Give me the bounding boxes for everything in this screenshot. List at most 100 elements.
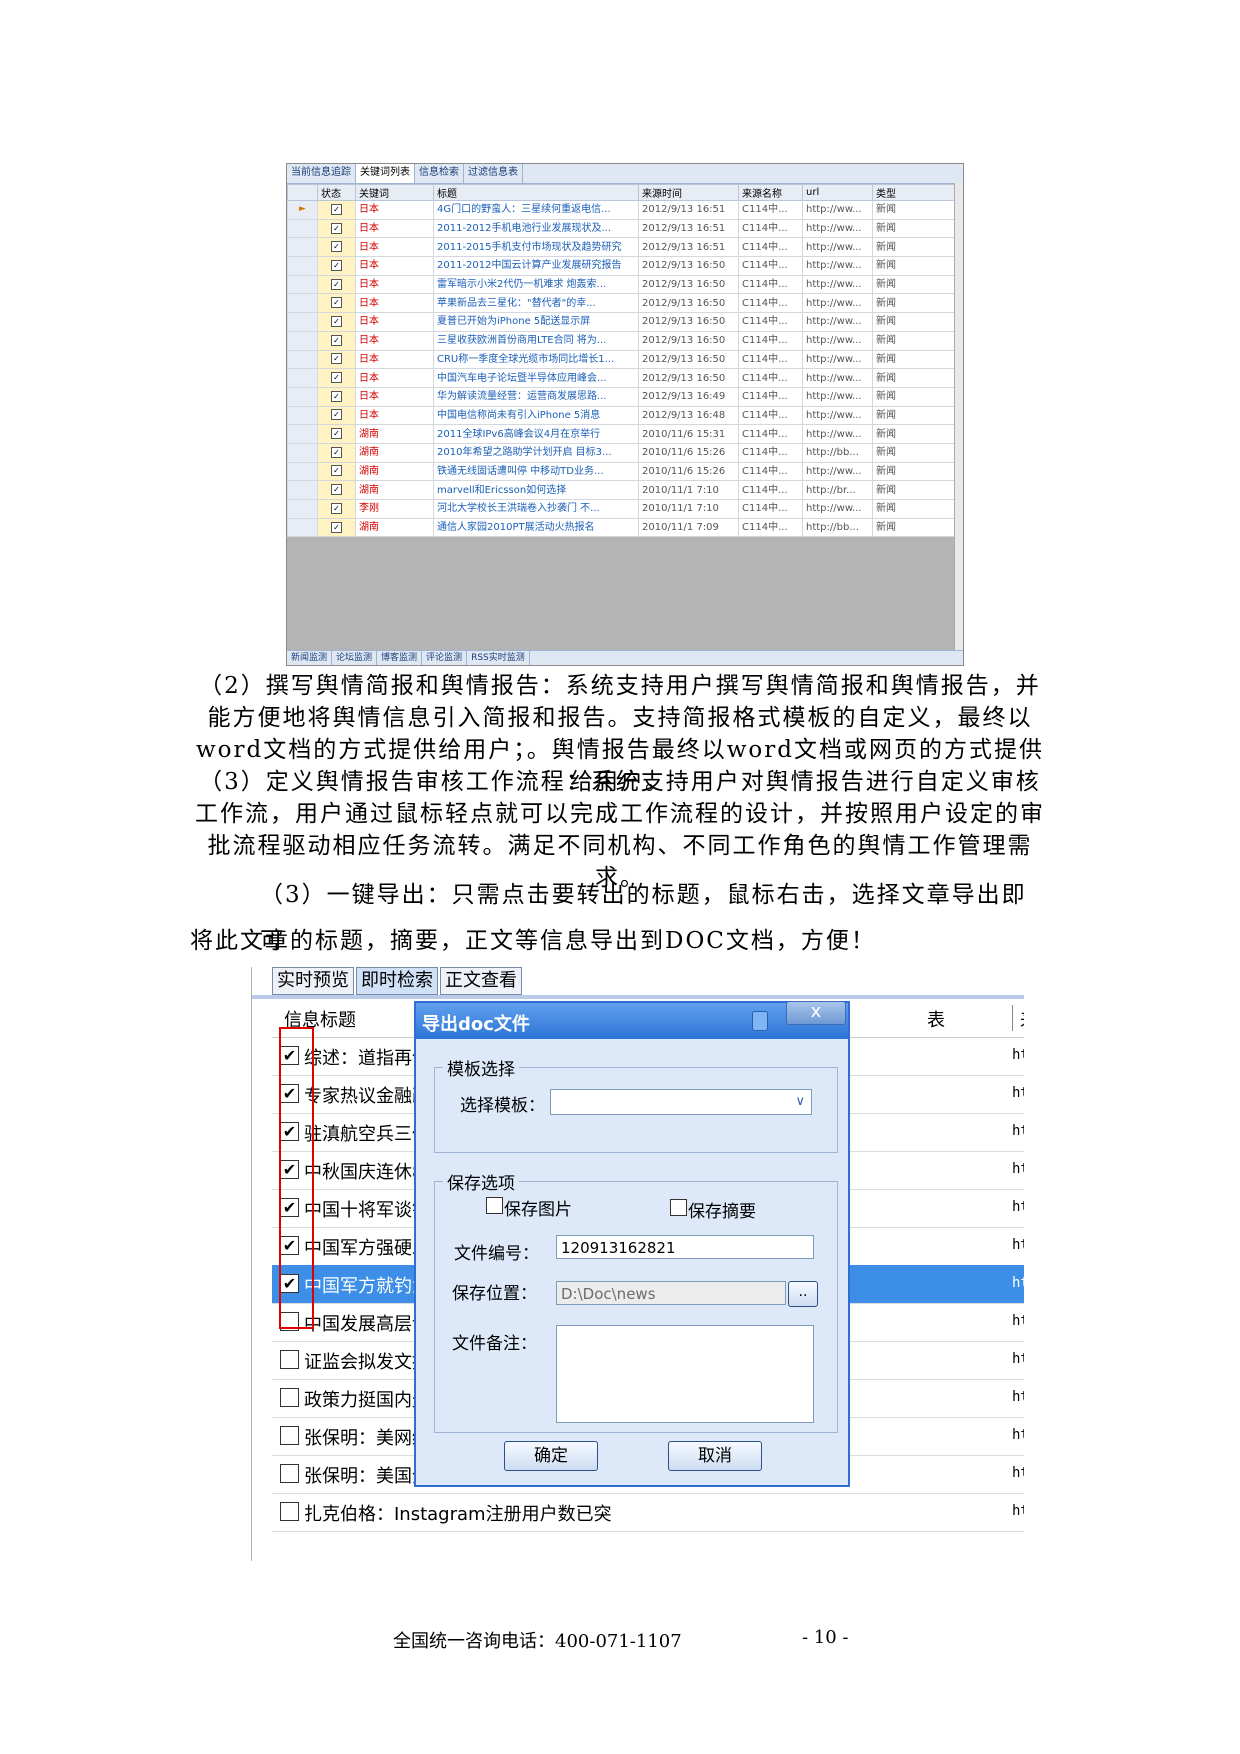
cancel-button[interactable]: 取消 [668,1441,762,1471]
column-header-type[interactable]: 类型 [872,184,957,201]
table-row[interactable]: ✓ 日本 华为解读流量经营：运营商发展思路... 2012/9/13 16:49 C11… [287,386,957,407]
row-checkbox[interactable]: ✓ [331,222,342,234]
row-checkbox[interactable]: ✓ [331,484,342,496]
row-keyword: 日本 [355,405,434,426]
row-checkbox[interactable]: ✓ [331,259,342,271]
row-checkbox[interactable] [280,1502,299,1521]
table-row[interactable]: ✓ 湖南 2010年希望之路助学计划开启 目标3... 2010/11/6 15:26… [287,442,957,463]
row-checkbox[interactable]: ✓ [331,521,342,533]
row-keyword: 日本 [355,256,434,276]
row-url: htt [1012,1161,1024,1177]
save-image-label[interactable]: 保存图片 [504,1195,572,1220]
row-checkbox[interactable] [280,1464,299,1483]
help-icon[interactable] [752,1011,768,1031]
table-row[interactable]: ✓ 日本 三星收获欧洲首份商用LTE合同 将为... 2012/9/13 16:50 C… [287,330,957,351]
table-row[interactable]: ✓ 湖南 marvell和Ericsson如何选择 2010/11/1 7:10 C11… [287,480,957,500]
column-header-title[interactable]: 标题 [433,184,639,201]
file-note-textarea[interactable] [556,1325,814,1423]
row-checkbox[interactable]: ✓ [331,372,342,384]
row-checkbox[interactable] [280,1426,299,1445]
row-indicator [287,368,318,388]
column-header-time[interactable]: 来源时间 [638,184,739,201]
save-summary-label[interactable]: 保存摘要 [688,1197,756,1222]
row-url: http://ww... [802,461,873,482]
table-row[interactable]: ✓ 湖南 2011全球IPv6高峰会议4月在京举行 2010/11/6 15:31 C1… [287,424,957,444]
row-checkbox[interactable]: ✓ [331,465,342,477]
row-keyword: 日本 [355,274,434,295]
tab-filter-table[interactable]: 过滤信息表 [464,164,523,183]
table-row[interactable]: ► ✓ 日本 4G门口的野蛮人：三星续何重返电信... 2012/9/13 16:51 C… [287,200,957,220]
header-middle[interactable]: 表 [927,1006,945,1032]
close-button[interactable]: x [786,1001,846,1025]
row-type: 新闻 [872,312,957,332]
table-row[interactable]: ✓ 湖南 通信人家园2010PT展活动火热报名 2010/11/1 7:09 C114中… [287,517,957,538]
save-summary-checkbox[interactable] [670,1199,687,1216]
row-title: marvell和Ericsson如何选择 [433,480,639,500]
row-checkbox[interactable]: ✓ [331,297,342,309]
tab-news-monitor[interactable]: 新闻监测 [287,651,333,665]
table-row[interactable]: ✓ 湖南 铁通无线固话遭叫停 中移动TD业务... 2010/11/6 15:26 C1… [287,461,957,482]
row-checkbox[interactable]: ✓ [331,428,342,440]
table-row[interactable]: ✓ 日本 CRU称一季度全球光缆市场同比增长1... 2012/9/13 16:50 C… [287,349,957,370]
dialog-titlebar[interactable]: 导出doc文件 x [416,1001,848,1039]
save-image-checkbox[interactable] [486,1197,503,1214]
tab-forum-monitor[interactable]: 论坛监测 [332,651,378,665]
column-header-source[interactable]: 来源名称 [738,184,803,201]
row-source: C114中... [738,405,803,426]
row-checkbox[interactable]: ✓ [331,353,342,365]
save-path-input[interactable]: D:\Doc\news [556,1281,786,1305]
row-type: 新闻 [872,405,957,426]
row-checkbox[interactable]: ✓ [331,446,342,458]
row-status: ✓ [317,330,356,351]
tab-realtime-preview[interactable]: 实时预览 [272,967,354,995]
row-type: 新闻 [872,330,957,351]
table-row[interactable]: ✓ 日本 2011-2012中国云计算产业发展研究报告 2012/9/13 16:50… [287,256,957,276]
row-title: 2011-2015手机支付市场现状及趋势研究 [433,237,639,258]
row-checkbox[interactable]: ✓ [331,241,342,253]
row-checkbox[interactable] [280,1350,299,1369]
row-checkbox[interactable] [280,1388,299,1407]
row-url: http://bb... [802,442,873,463]
column-header-url[interactable]: url [802,184,873,201]
row-checkbox[interactable]: ✓ [331,334,342,346]
vertical-scrollbar[interactable] [954,183,963,651]
tab-blog-monitor[interactable]: 博客监测 [377,651,423,665]
row-checkbox[interactable]: ✓ [331,409,342,421]
table-row[interactable]: ✓ 日本 2011-2015手机支付市场现状及趋势研究 2012/9/13 16:51… [287,237,957,258]
row-title: 铁通无线固话遭叫停 中移动TD业务... [433,461,639,482]
column-header-indicator [287,184,318,201]
row-source: C114中... [738,218,803,239]
row-checkbox[interactable]: ✓ [331,315,342,327]
browse-button[interactable]: .. [788,1281,818,1307]
header-source[interactable]: 来 [1020,1006,1024,1032]
list-item[interactable]: 扎克伯格：Instagram注册用户数已突 htt [272,1493,1024,1532]
tab-instant-search[interactable]: 即时检索 [356,967,438,995]
row-title: 综述：道指再创 [304,1048,430,1069]
table-row[interactable]: ✓ 日本 苹果新品去三星化："替代者"的幸... 2012/9/13 16:50 C11… [287,293,957,314]
table-row[interactable]: ✓ 李刚 河北大学校长王洪瑞卷入抄袭门 不... 2010/11/1 7:10 C114… [287,499,957,519]
row-checkbox[interactable]: ✓ [331,203,342,215]
row-status: ✓ [317,368,356,388]
file-number-input[interactable]: 120913162821 [556,1235,814,1259]
row-checkbox[interactable]: ✓ [331,278,342,290]
tab-info-search[interactable]: 信息检索 [415,164,464,183]
row-checkbox[interactable]: ✓ [331,502,342,514]
tab-current-tracking[interactable]: 当前信息追踪 [287,164,356,183]
table-row[interactable]: ✓ 日本 中国汽车电子论坛暨半导体应用峰会... 2012/9/13 16:50 C11… [287,368,957,388]
table-row[interactable]: ✓ 日本 2011-2012手机电池行业发展现状及... 2012/9/13 16:5… [287,218,957,239]
template-select[interactable]: ∨ [550,1089,812,1115]
row-type: 新闻 [872,442,957,463]
tab-rss-monitor[interactable]: RSS实时监测 [467,651,530,665]
table-row[interactable]: ✓ 日本 夏普已开始为iPhone 5配送显示屏 2012/9/13 16:50 C11… [287,312,957,332]
column-header-keyword[interactable]: 关键词 [355,184,434,201]
column-header-status[interactable]: 状态 [317,184,356,201]
table-row[interactable]: ✓ 日本 中国电信称尚未有引入iPhone 5消息 2012/9/13 16:48 C1… [287,405,957,426]
table-row[interactable]: ✓ 日本 雷军暗示小米2代仍一机难求 炮轰索... 2012/9/13 16:50 C1… [287,274,957,295]
tab-comment-monitor[interactable]: 评论监测 [422,651,468,665]
ok-button[interactable]: 确定 [504,1441,598,1471]
tab-body-view[interactable]: 正文查看 [440,967,522,995]
chevron-down-icon[interactable]: ∨ [795,1090,805,1114]
tab-keyword-list[interactable]: 关键词列表 [356,164,415,183]
row-checkbox[interactable]: ✓ [331,390,342,402]
row-source: C114中... [738,349,803,370]
